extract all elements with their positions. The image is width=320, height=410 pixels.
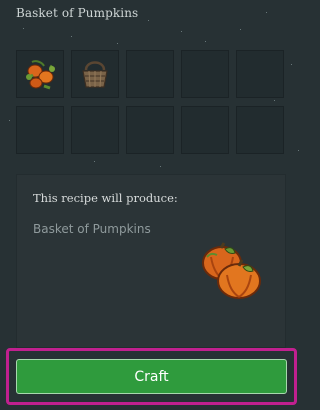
product-name: Basket of Pumpkins bbox=[33, 222, 151, 236]
basket-of-pumpkins-icon bbox=[195, 235, 267, 311]
craft-button[interactable]: Craft bbox=[16, 359, 287, 394]
ingredient-slot-2[interactable] bbox=[71, 50, 119, 98]
ingredient-slot-4[interactable] bbox=[181, 50, 229, 98]
window-title: Basket of Pumpkins bbox=[16, 6, 139, 20]
basket-icon bbox=[82, 61, 108, 88]
recipe-output-panel: This recipe will produce: Basket of Pump… bbox=[16, 174, 286, 348]
ingredient-slot-9[interactable] bbox=[181, 106, 229, 154]
ingredient-slot-1[interactable] bbox=[16, 50, 64, 98]
ingredient-slot-8[interactable] bbox=[126, 106, 174, 154]
craft-button-highlight: Craft bbox=[6, 348, 297, 405]
ingredient-slot-3[interactable] bbox=[126, 50, 174, 98]
ingredient-slot-6[interactable] bbox=[16, 106, 64, 154]
ingredient-slot-5[interactable] bbox=[236, 50, 284, 98]
recipe-heading: This recipe will produce: bbox=[33, 191, 178, 205]
ingredient-slot-10[interactable] bbox=[236, 106, 284, 154]
ingredient-slot-7[interactable] bbox=[71, 106, 119, 154]
pumpkin-vine-icon bbox=[26, 60, 55, 90]
